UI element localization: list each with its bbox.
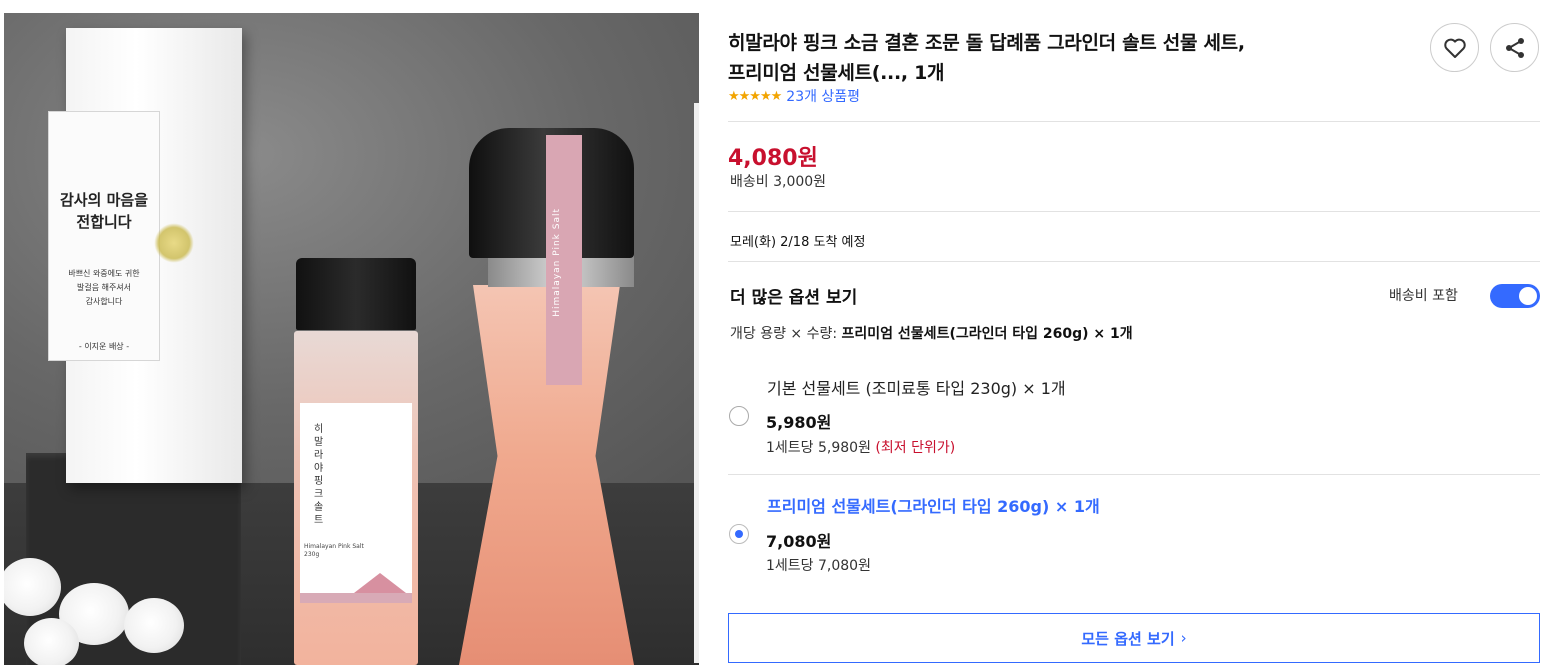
divider (728, 474, 1540, 475)
include-shipping-toggle[interactable] (1490, 284, 1540, 308)
shaker-english-label: Himalayan Pink Salt 230g (304, 543, 364, 559)
toggle-knob (1519, 287, 1537, 305)
lowest-unit-price-badge: (최저 단위가) (875, 440, 956, 456)
image-flowers (4, 548, 224, 665)
rating-stars: ★★★★★ (728, 88, 782, 104)
shaker-korean-label: 히말라야 핑크솔트 (314, 424, 324, 526)
gift-box-sub2: 발걸음 해주셔서 (76, 283, 132, 292)
delivery-estimate: 모레(화) 2/18 도착 예정 (730, 231, 865, 250)
image-side-box (694, 103, 699, 663)
gift-box-signature: - 이지운 배상 - (78, 342, 130, 351)
gift-box-sub3: 감사합니다 (85, 297, 123, 306)
option-unit-price-premium: 1세트당 7,080원 (766, 558, 871, 574)
selection-prefix: 개당 용량 × 수량: (730, 326, 842, 342)
shaker-cap (296, 258, 416, 330)
share-button[interactable] (1490, 23, 1539, 72)
share-icon (1505, 37, 1524, 58)
option-radio-premium[interactable] (729, 524, 749, 544)
product-image[interactable]: 감사의 마음을 전합니다 바쁘신 와중에도 귀한 발걸음 해주셔서 감사합니다 … (4, 13, 699, 665)
selection-value: 프리미엄 선물세트(그라인더 타입 260g) × 1개 (841, 326, 1133, 342)
gift-box-message: 감사의 마음을 전합니다 (56, 189, 152, 233)
option-unit-price-basic: 1세트당 5,980원 (최저 단위가) (766, 437, 955, 457)
product-title: 히말라야 핑크 소금 결혼 조문 돌 답례품 그라인더 솔트 선물 세트, 프리… (728, 28, 1418, 88)
gift-box-subtext: 바쁘신 와중에도 귀한 발걸음 해주셔서 감사합니다 (56, 267, 152, 309)
product-title-line1: 히말라야 핑크 소금 결혼 조문 돌 답례품 그라인더 솔트 선물 세트, (728, 32, 1245, 54)
product-price: 4,080원 (728, 146, 818, 171)
option-name-basic[interactable]: 기본 선물세트 (조미료통 타입 230g) × 1개 (767, 375, 1066, 399)
wishlist-button[interactable] (1430, 23, 1479, 72)
all-options-button[interactable]: 모든 옵션 보기 › (728, 613, 1540, 663)
divider (728, 261, 1540, 262)
more-options-heading: 더 많은 옵션 보기 (730, 288, 858, 308)
gift-box-flower (154, 223, 194, 263)
current-selection: 개당 용량 × 수량: 프리미엄 선물세트(그라인더 타입 260g) × 1개 (730, 323, 1133, 343)
divider (728, 211, 1540, 212)
review-count-link[interactable]: 23개 상품평 (786, 86, 860, 106)
grinder-band-text: Himalayan Pink Salt (552, 208, 562, 317)
gift-box-sub1: 바쁘신 와중에도 귀한 (68, 269, 140, 278)
shaker-mountain-graphic (354, 573, 406, 593)
all-options-label: 모든 옵션 보기 (1081, 629, 1175, 648)
option-radio-basic[interactable] (729, 406, 749, 426)
option-price-premium: 7,080원 (766, 532, 832, 551)
gift-box-line1: 감사의 마음을 (59, 191, 149, 209)
heart-icon (1443, 38, 1466, 58)
shaker-english-name: Himalayan Pink Salt (304, 543, 364, 550)
delivery-date: 모레(화) 2/18 (730, 235, 810, 250)
gift-box-line2: 전합니다 (76, 213, 132, 231)
shipping-fee: 배송비 3,000원 (730, 174, 827, 190)
delivery-suffix: 도착 예정 (809, 235, 866, 250)
shaker-weight: 230g (304, 551, 320, 558)
divider (728, 121, 1540, 122)
option-name-premium[interactable]: 프리미엄 선물세트(그라인더 타입 260g) × 1개 (767, 493, 1100, 517)
include-shipping-label: 배송비 포함 (1389, 288, 1458, 304)
product-title-line2: 프리미엄 선물세트(..., 1개 (728, 62, 945, 84)
rating-row: ★★★★★ 23개 상품평 (728, 85, 860, 107)
option-price-basic: 5,980원 (766, 413, 832, 432)
unit-price-text: 1세트당 5,980원 (766, 440, 871, 456)
chevron-right-icon: › (1180, 629, 1187, 647)
gift-box-label (48, 111, 160, 361)
